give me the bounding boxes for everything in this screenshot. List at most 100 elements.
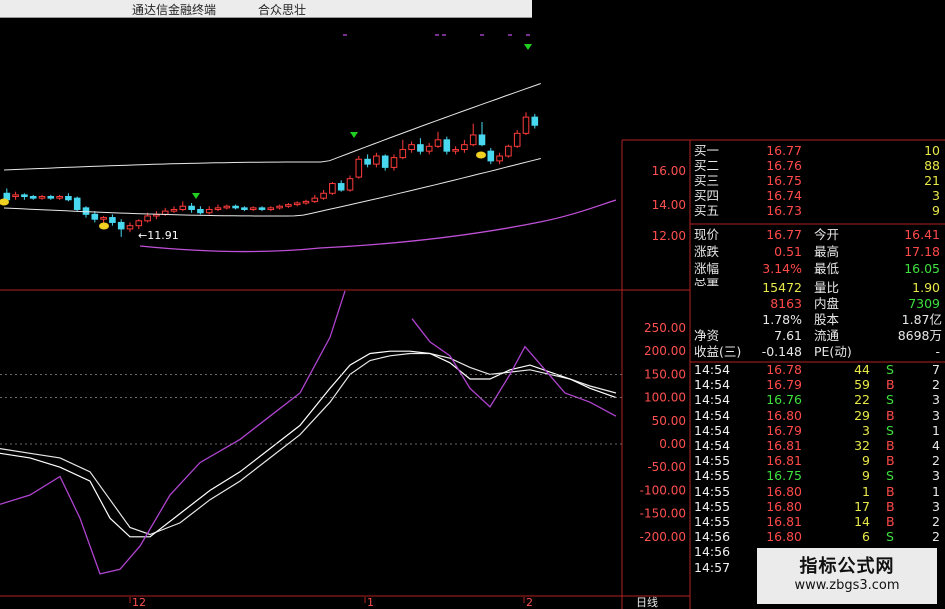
candle-body[interactable]: [197, 208, 204, 214]
candle-body[interactable]: [417, 144, 424, 152]
candle-body[interactable]: [505, 145, 512, 157]
candle-body[interactable]: [205, 208, 213, 214]
date-label-2: 2: [526, 596, 533, 609]
candle-body[interactable]: [452, 149, 459, 152]
candle-body[interactable]: [117, 221, 125, 230]
tick-row[interactable]: 14:55 16.75 9 S 3: [690, 468, 945, 483]
candle-body[interactable]: [47, 196, 55, 199]
tick-side: B: [886, 514, 895, 529]
candle-body[interactable]: [188, 205, 195, 210]
candle-body[interactable]: [443, 139, 451, 152]
candle-body[interactable]: [276, 205, 283, 209]
candle-body[interactable]: [355, 158, 363, 178]
tick-row[interactable]: 14:54 16.76 22 S 3: [690, 392, 945, 407]
candle-body[interactable]: [144, 215, 151, 222]
candle-body[interactable]: [232, 205, 239, 209]
candle-body[interactable]: [373, 155, 380, 165]
period-label[interactable]: 日线: [636, 595, 658, 609]
tick-row[interactable]: 14:55 16.80 17 B 3: [690, 499, 945, 514]
candle-body[interactable]: [258, 207, 266, 210]
site-watermark: 指标公式网 www.zbgs3.com: [757, 548, 937, 604]
candle-body[interactable]: [381, 155, 389, 168]
candle-body[interactable]: [399, 149, 407, 159]
pct-value: 3.14%: [762, 261, 802, 276]
candle-body[interactable]: [109, 217, 116, 223]
candle-body[interactable]: [249, 207, 257, 210]
nav-label: 净资: [694, 328, 720, 343]
indicator-tick: -100.00: [640, 483, 686, 497]
candle-body[interactable]: [82, 207, 90, 215]
candle-body[interactable]: [56, 196, 63, 199]
tick-row[interactable]: 14:54 16.79 3 S 1: [690, 423, 945, 438]
tick-row[interactable]: 14:54 16.78 44 S 7: [690, 362, 945, 377]
candle-body[interactable]: [487, 150, 495, 162]
candle-body[interactable]: [126, 225, 134, 230]
candle-body[interactable]: [241, 207, 248, 210]
tick-count: 2: [932, 514, 940, 529]
tick-row[interactable]: 14:55 16.81 14 B 2: [690, 514, 945, 529]
candle-body[interactable]: [29, 196, 37, 199]
candle-body[interactable]: [91, 213, 99, 220]
candle-body[interactable]: [496, 155, 503, 162]
d-line: [0, 352, 617, 536]
candle-body[interactable]: [320, 192, 327, 199]
candle-body[interactable]: [461, 144, 468, 151]
tick-row[interactable]: 14:54 16.79 59 B 2: [690, 377, 945, 392]
indicator-tick: -150.00: [640, 507, 686, 521]
candle-body[interactable]: [364, 158, 371, 165]
candle-body[interactable]: [214, 207, 222, 210]
indicator-pane[interactable]: [0, 290, 617, 575]
candle-body[interactable]: [329, 183, 336, 194]
low-value: 16.05: [904, 261, 940, 276]
order-book-row[interactable]: 买三 16.75 21: [690, 173, 945, 188]
candle-body[interactable]: [469, 134, 477, 146]
tick-row[interactable]: 14:54 16.80 29 B 3: [690, 408, 945, 423]
candle-body[interactable]: [170, 208, 178, 212]
tick-row[interactable]: 14:54 16.81 32 B 4: [690, 438, 945, 453]
candle-body[interactable]: [337, 183, 345, 191]
candle-body[interactable]: [408, 144, 415, 151]
tick-time: 14:55: [694, 468, 731, 484]
candle-body[interactable]: [478, 134, 486, 146]
candle-body[interactable]: [285, 204, 292, 207]
candle-body[interactable]: [434, 139, 442, 147]
book-label: 买一: [694, 143, 720, 158]
candle-body[interactable]: [531, 116, 539, 126]
indicator-tick: 250.00: [644, 321, 686, 335]
tick-price: 16.81: [766, 514, 802, 529]
candle-body[interactable]: [12, 194, 19, 198]
candle-body[interactable]: [179, 205, 187, 210]
order-book-row[interactable]: 买一 16.77 10: [690, 143, 945, 158]
candle-body[interactable]: [390, 157, 398, 168]
candle-body[interactable]: [100, 217, 107, 220]
open-label: 今开: [814, 227, 840, 242]
indicator-tick: -200.00: [640, 530, 686, 544]
candle-body[interactable]: [513, 132, 521, 147]
candle-body[interactable]: [267, 207, 275, 210]
tick-row[interactable]: 14:56 16.80 6 S 2: [690, 529, 945, 544]
tick-volume: 22: [854, 392, 870, 408]
candle-body[interactable]: [161, 210, 169, 215]
candle-body[interactable]: [38, 196, 46, 199]
tick-time: 14:54: [694, 438, 731, 453]
candle-body[interactable]: [65, 196, 72, 201]
order-book-row[interactable]: 买四 16.74 3: [690, 188, 945, 203]
j-line: [0, 290, 346, 575]
candle-body[interactable]: [311, 197, 319, 202]
tick-row[interactable]: 14:55 16.81 9 B 2: [690, 453, 945, 468]
candle-body[interactable]: [346, 178, 354, 191]
candle-body[interactable]: [73, 197, 81, 210]
open-value: 16.41: [904, 227, 940, 242]
candle-body[interactable]: [21, 194, 28, 198]
order-book-row[interactable]: 买二 16.76 88: [690, 158, 945, 173]
tick-count: 3: [932, 498, 940, 514]
candle-body[interactable]: [135, 220, 143, 227]
candle-body[interactable]: [223, 205, 231, 209]
candle-body[interactable]: [522, 116, 530, 134]
candle-body[interactable]: [293, 202, 301, 206]
candle-body[interactable]: [302, 200, 310, 204]
tick-row[interactable]: 14:55 16.80 1 B 1: [690, 484, 945, 499]
order-book-row[interactable]: 买五 16.73 9: [690, 203, 945, 218]
price-pane[interactable]: [0, 34, 617, 253]
candle-body[interactable]: [425, 145, 433, 152]
